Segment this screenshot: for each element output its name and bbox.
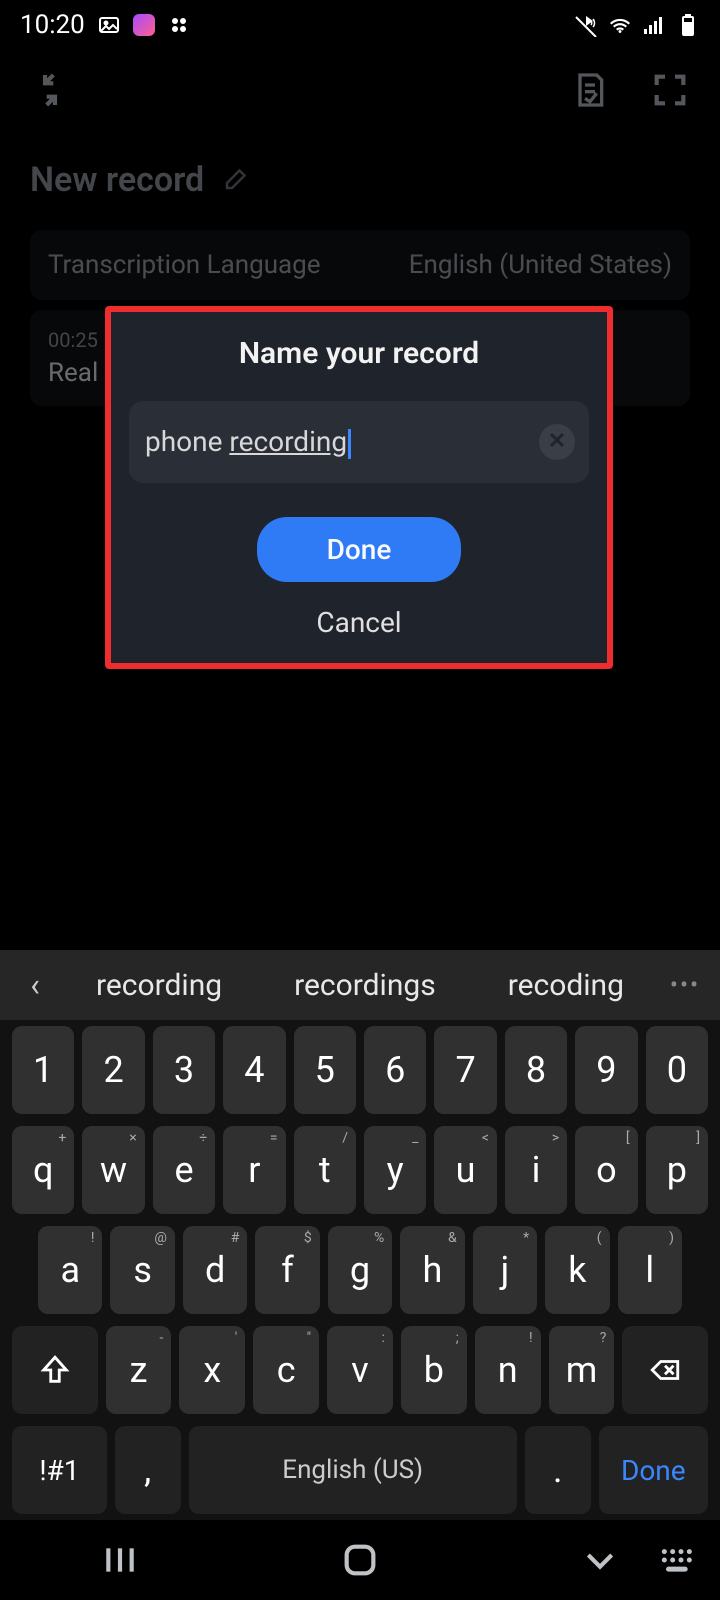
key-e[interactable]: ÷e (153, 1126, 215, 1214)
edit-title-icon[interactable] (222, 163, 252, 197)
page-title: New record (30, 160, 204, 200)
keyboard-toggle-icon[interactable] (656, 1540, 696, 1580)
status-bar: 10:20 (0, 0, 720, 50)
vibrate-icon (574, 13, 598, 37)
suggestion-more-icon[interactable]: ••• (660, 971, 710, 999)
key-b[interactable]: ;b (401, 1326, 467, 1414)
cancel-button[interactable]: Cancel (316, 606, 401, 639)
transcription-language-row[interactable]: Transcription Language English (United S… (30, 230, 690, 300)
key-w[interactable]: ×w (82, 1126, 144, 1214)
key-space[interactable]: English (US) (189, 1426, 517, 1514)
gallery-icon (97, 13, 121, 37)
suggestion-back-icon[interactable]: ‹ (10, 966, 60, 1004)
key-0[interactable]: 0 (646, 1026, 708, 1114)
key-a[interactable]: !a (38, 1226, 102, 1314)
done-button[interactable]: Done (257, 517, 462, 582)
title-row: New record (0, 130, 720, 220)
key-t[interactable]: /t (294, 1126, 356, 1214)
wifi-icon (608, 13, 632, 37)
key-i[interactable]: >i (505, 1126, 567, 1214)
key-row-bottom: !#1 , English (US) . Done (0, 1420, 720, 1520)
key-9[interactable]: 9 (575, 1026, 637, 1114)
key-row-numbers: 1 2 3 4 5 6 7 8 9 0 (0, 1020, 720, 1120)
key-k[interactable]: (k (545, 1226, 609, 1314)
key-f[interactable]: $f (255, 1226, 319, 1314)
fullscreen-icon[interactable] (650, 70, 690, 110)
home-icon[interactable] (340, 1540, 380, 1580)
key-d[interactable]: #d (183, 1226, 247, 1314)
key-comma[interactable]: , (115, 1426, 181, 1514)
key-8[interactable]: 8 (505, 1026, 567, 1114)
transcription-value: English (United States) (409, 250, 672, 280)
key-2[interactable]: 2 (82, 1026, 144, 1114)
app-toolbar (0, 50, 720, 130)
clear-input-icon[interactable]: ✕ (539, 424, 575, 460)
record-name-input-wrap[interactable]: phone recording ✕ (129, 401, 589, 483)
key-j[interactable]: *j (473, 1226, 537, 1314)
key-g[interactable]: %g (328, 1226, 392, 1314)
battery-icon (676, 13, 700, 37)
key-period[interactable]: . (525, 1426, 591, 1514)
key-n[interactable]: !n (475, 1326, 541, 1414)
key-row-zxcv: -z 'x "c :v ;b !n ?m (0, 1320, 720, 1420)
suggestion-1[interactable]: recording (96, 968, 222, 1003)
key-1[interactable]: 1 (12, 1026, 74, 1114)
key-shift[interactable] (12, 1326, 98, 1414)
key-s[interactable]: @s (110, 1226, 174, 1314)
key-q[interactable]: +q (12, 1126, 74, 1214)
suggestion-bar: ‹ recording recordings recoding ••• (0, 950, 720, 1020)
status-time: 10:20 (20, 10, 85, 40)
system-nav-bar (0, 1520, 720, 1600)
modal-title: Name your record (129, 336, 589, 371)
notes-app-icon (133, 14, 155, 36)
key-o[interactable]: [o (575, 1126, 637, 1214)
suggestion-2[interactable]: recordings (294, 968, 436, 1003)
key-6[interactable]: 6 (364, 1026, 426, 1114)
key-backspace[interactable] (622, 1326, 708, 1414)
signal-icon (642, 13, 666, 37)
key-v[interactable]: :v (327, 1326, 393, 1414)
key-5[interactable]: 5 (294, 1026, 356, 1114)
key-z[interactable]: -z (106, 1326, 172, 1414)
recents-icon[interactable] (100, 1540, 140, 1580)
key-l[interactable]: )l (618, 1226, 682, 1314)
key-h[interactable]: &h (400, 1226, 464, 1314)
name-record-modal: Name your record phone recording ✕ Done … (105, 306, 613, 669)
key-c[interactable]: "c (253, 1326, 319, 1414)
key-p[interactable]: ]p (646, 1126, 708, 1214)
on-screen-keyboard: ‹ recording recordings recoding ••• 1 2 … (0, 950, 720, 1520)
key-u[interactable]: <u (434, 1126, 496, 1214)
collapse-icon[interactable] (30, 70, 70, 110)
record-name-input: phone recording (145, 425, 539, 459)
key-m[interactable]: ?m (549, 1326, 615, 1414)
dots-icon (167, 13, 191, 37)
key-r[interactable]: =r (223, 1126, 285, 1214)
suggestion-3[interactable]: recoding (508, 968, 624, 1003)
key-row-qwerty: +q ×w ÷e =r /t _y <u >i [o ]p (0, 1120, 720, 1220)
key-symbols[interactable]: !#1 (12, 1426, 107, 1514)
key-7[interactable]: 7 (434, 1026, 496, 1114)
key-done[interactable]: Done (599, 1426, 708, 1514)
key-y[interactable]: _y (364, 1126, 426, 1214)
transcript-icon[interactable] (570, 70, 610, 110)
key-4[interactable]: 4 (223, 1026, 285, 1114)
key-x[interactable]: 'x (179, 1326, 245, 1414)
text-cursor (348, 429, 351, 459)
key-row-asdf: !a @s #d $f %g &h *j (k )l (0, 1220, 720, 1320)
transcription-label: Transcription Language (48, 250, 321, 280)
key-3[interactable]: 3 (153, 1026, 215, 1114)
back-icon[interactable] (580, 1540, 620, 1580)
